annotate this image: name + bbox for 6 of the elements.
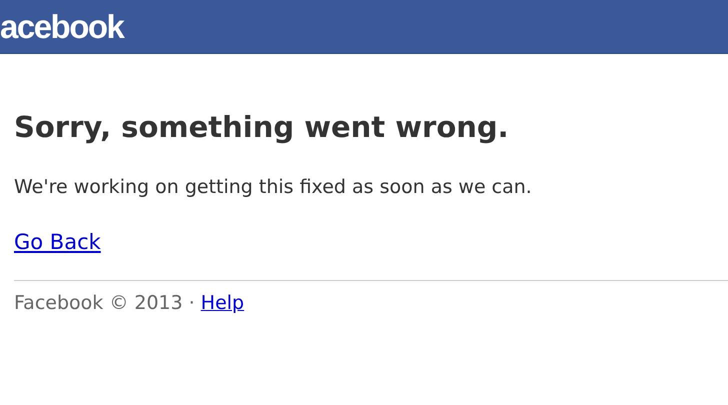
go-back-link[interactable]: Go Back [14, 230, 101, 254]
error-message: We're working on getting this fixed as soon as we can. [14, 176, 533, 198]
error-title: Sorry, something went wrong. [14, 110, 510, 144]
logo[interactable]: acebook [0, 10, 124, 43]
help-link[interactable]: Help [200, 292, 244, 314]
copyright-text: Facebook © 2013 · [14, 292, 195, 314]
